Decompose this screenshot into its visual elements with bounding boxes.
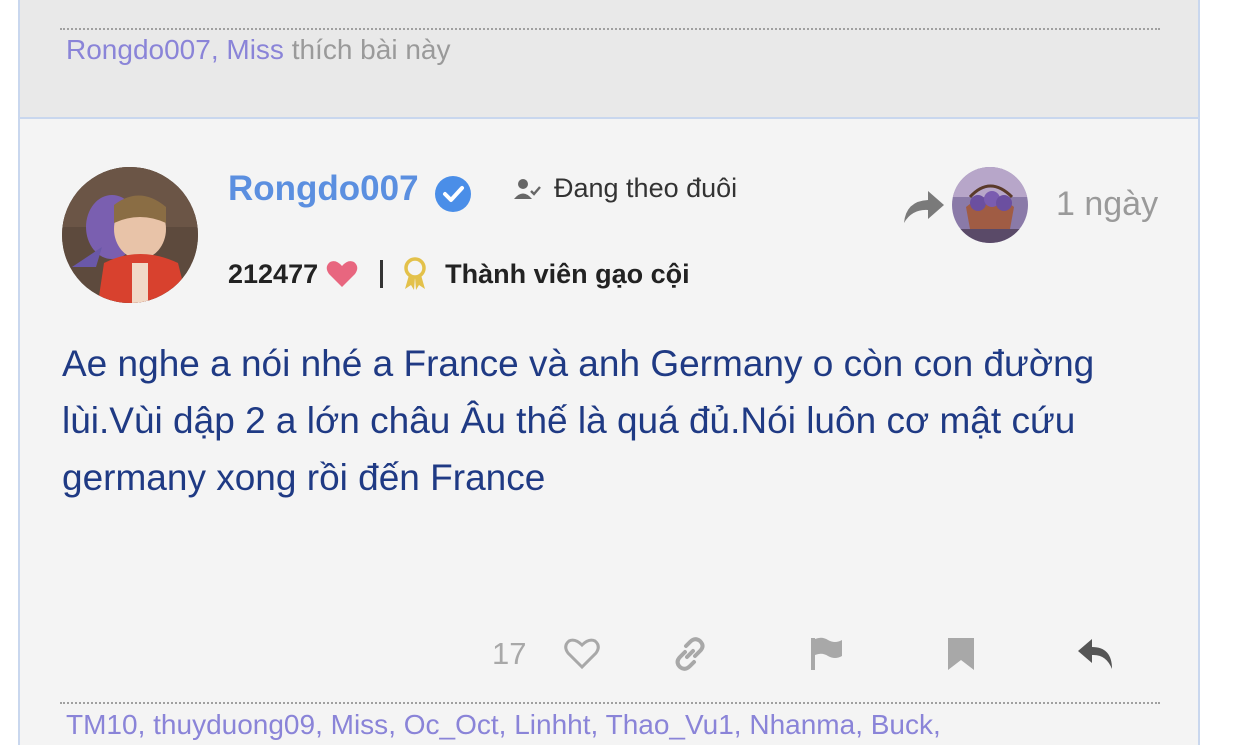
liker-link[interactable]: Miss: [331, 709, 389, 740]
liker-link[interactable]: Linhht: [514, 709, 590, 740]
liker-link[interactable]: Buck: [871, 709, 933, 740]
liker-link[interactable]: Rongdo007: [66, 34, 211, 65]
follow-label: Đang theo đuôi: [554, 173, 738, 203]
copy-link-button[interactable]: [672, 631, 708, 677]
reply-icon: [1078, 639, 1112, 669]
post-time: 1 ngày: [1056, 185, 1159, 223]
heart-icon: [326, 261, 358, 287]
member-rank: Thành viên gạo cội: [445, 258, 690, 289]
author-avatar[interactable]: [62, 167, 198, 303]
bookmark-icon: [948, 638, 974, 670]
user-check-icon: [514, 178, 541, 199]
follow-status[interactable]: Đang theo đuôi: [514, 173, 737, 204]
bookmark-button[interactable]: [946, 631, 976, 677]
liker-link[interactable]: Oc_Oct: [404, 709, 499, 740]
share-arrow-icon[interactable]: [902, 187, 946, 227]
reputation-count: 212477: [228, 258, 319, 289]
heart-outline-icon: [564, 638, 600, 670]
post: Rongdo007 Đang theo đuôi 1 ngày 212477 T…: [18, 117, 1200, 745]
award-ribbon-icon: [404, 257, 426, 290]
like-button[interactable]: [564, 631, 600, 677]
liker-link[interactable]: Miss: [226, 34, 284, 65]
post-body: Ae nghe a nói nhé a France và anh German…: [62, 343, 1095, 498]
author-stats: 212477 Thành viên gạo cội: [228, 257, 690, 291]
divider: [60, 702, 1160, 704]
liker-link[interactable]: Nhanma: [749, 709, 855, 740]
liker-link[interactable]: TM10: [66, 709, 138, 740]
post-likes: TM10, thuyduong09, Miss, Oc_Oct, Linhht,…: [66, 709, 941, 740]
link-icon: [675, 637, 705, 671]
liker-link[interactable]: thuyduong09: [153, 709, 315, 740]
reply-button[interactable]: [1076, 631, 1116, 677]
page: Rongdo007, Miss thích bài này Rongdo007: [0, 0, 1242, 745]
author-username[interactable]: Rongdo007: [228, 169, 419, 209]
previous-post-likes: Rongdo007, Miss thích bài này: [66, 34, 451, 65]
previous-post: Rongdo007, Miss thích bài này: [18, 0, 1200, 117]
like-count: 17: [492, 636, 527, 671]
divider: [60, 28, 1160, 30]
shared-by-avatar[interactable]: [952, 167, 1028, 243]
liker-link[interactable]: Thao_Vu1: [606, 709, 734, 740]
verified-check-icon: [435, 176, 471, 212]
flag-icon: [811, 637, 842, 670]
like-suffix: thích bài này: [291, 34, 451, 65]
report-button[interactable]: [808, 631, 844, 677]
stats-divider: [380, 260, 384, 288]
post-actions: 17: [20, 631, 1198, 681]
